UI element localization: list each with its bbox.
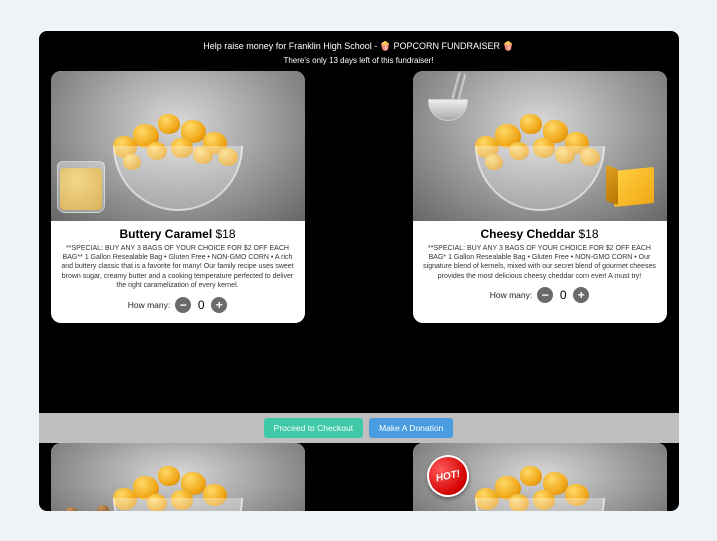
qty-decrement-button[interactable]: − (537, 287, 553, 303)
popcorn-bowl (465, 121, 615, 211)
fundraiser-page: Help raise money for Franklin High Schoo… (39, 31, 679, 511)
product-description: **SPECIAL: BUY ANY 3 BAGS OF YOUR CHOICE… (423, 244, 657, 282)
quantity-stepper: How many: − 0 + (61, 297, 295, 313)
action-bar: Proceed to Checkout Make A Donation (39, 413, 679, 443)
qty-label: How many: (128, 300, 171, 310)
product-title: Cheesy Cheddar $18 (423, 227, 657, 241)
page-header: Help raise money for Franklin High Schoo… (39, 31, 679, 71)
popcorn-bowl (465, 473, 615, 511)
product-card-cheesy-cheddar: Cheesy Cheddar $18 **SPECIAL: BUY ANY 3 … (413, 71, 667, 323)
product-image (51, 71, 305, 221)
plus-icon: + (216, 299, 223, 311)
product-title: Buttery Caramel $18 (61, 227, 295, 241)
countdown-text: There's only 13 days left of this fundra… (47, 56, 671, 65)
popcorn-icon: 🍿 (380, 41, 391, 51)
product-card-partial-2: HOT! (413, 443, 667, 511)
nuts-decoration (61, 485, 151, 511)
product-image (51, 443, 305, 511)
product-row-1: Buttery Caramel $18 **SPECIAL: BUY ANY 3… (39, 71, 679, 323)
cheese-decoration (606, 159, 661, 209)
product-card-partial-1 (51, 443, 305, 511)
quantity-stepper: How many: − 0 + (423, 287, 657, 303)
product-price: $18 (216, 227, 236, 241)
qty-increment-button[interactable]: + (573, 287, 589, 303)
popcorn-bowl (103, 121, 253, 211)
product-image (413, 71, 667, 221)
title-text: Help raise money for Franklin High Schoo… (203, 41, 380, 51)
plus-icon: + (578, 289, 585, 301)
minus-icon: − (180, 299, 187, 311)
product-body: Cheesy Cheddar $18 **SPECIAL: BUY ANY 3 … (413, 221, 667, 314)
product-price: $18 (579, 227, 599, 241)
product-card-buttery-caramel: Buttery Caramel $18 **SPECIAL: BUY ANY 3… (51, 71, 305, 323)
product-image: HOT! (413, 443, 667, 511)
qty-decrement-button[interactable]: − (175, 297, 191, 313)
minus-icon: − (542, 289, 549, 301)
product-body: Buttery Caramel $18 **SPECIAL: BUY ANY 3… (51, 221, 305, 323)
title-text-2: POPCORN FUNDRAISER (391, 41, 503, 51)
qty-value: 0 (196, 298, 206, 312)
product-name: Buttery Caramel (119, 227, 212, 241)
qty-value: 0 (558, 288, 568, 302)
popcorn-icon: 🍿 (503, 41, 514, 51)
product-row-2: HOT! (39, 443, 679, 511)
qty-increment-button[interactable]: + (211, 297, 227, 313)
proceed-checkout-button[interactable]: Proceed to Checkout (264, 418, 363, 438)
page-title: Help raise money for Franklin High Schoo… (47, 41, 671, 52)
product-description: **SPECIAL: BUY ANY 3 BAGS OF YOUR CHOICE… (61, 244, 295, 291)
side-cup-crumbs (57, 161, 105, 213)
hot-badge-text: HOT! (434, 468, 460, 484)
product-name: Cheesy Cheddar (480, 227, 575, 241)
make-donation-button[interactable]: Make A Donation (369, 418, 453, 438)
qty-label: How many: (490, 290, 533, 300)
